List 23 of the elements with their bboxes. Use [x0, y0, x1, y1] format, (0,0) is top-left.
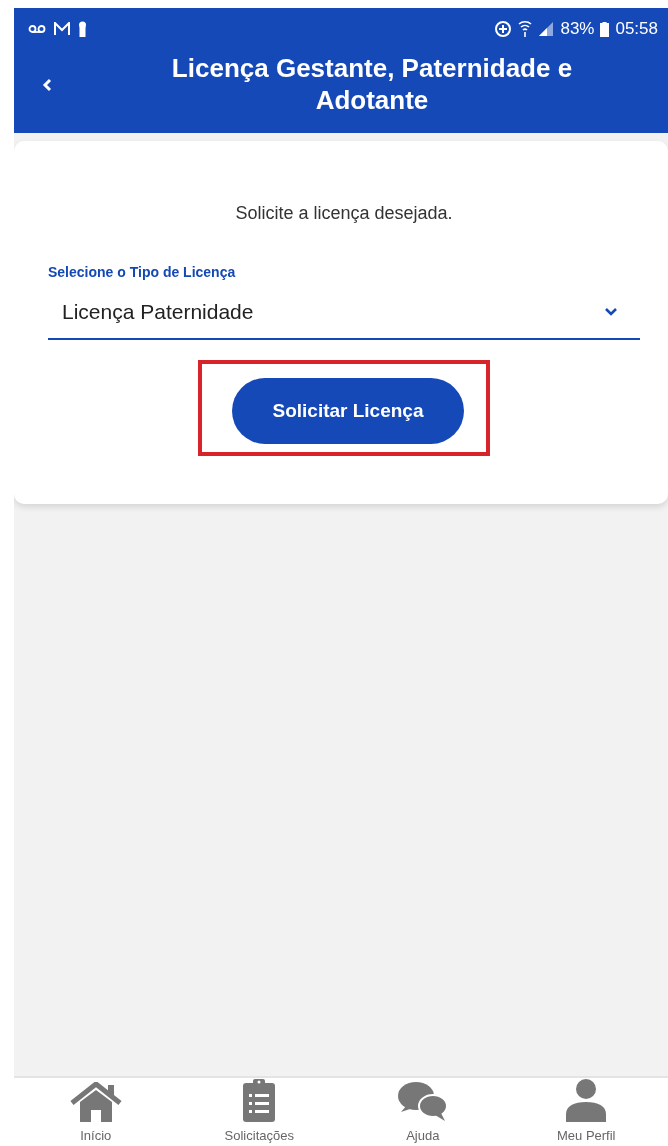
battery-icon — [600, 21, 610, 37]
voicemail-icon — [28, 24, 46, 34]
nav-tab[interactable]: Meu Perfil — [516, 1077, 657, 1144]
chevron-left-icon — [42, 77, 52, 92]
keyhole-icon — [78, 21, 87, 37]
field-label: Selecione o Tipo de Licença — [48, 264, 237, 280]
mail-icon — [54, 22, 70, 36]
status-time: 05:58 — [615, 19, 658, 39]
nav-tab[interactable]: Início — [25, 1081, 166, 1144]
page-title: Licença Gestante, Paternidade e Adotante — [170, 53, 574, 116]
nav-tab[interactable]: Ajuda — [352, 1079, 493, 1144]
instruction-text: Solicite a licença desejada. — [234, 203, 454, 224]
signal-icon — [538, 21, 555, 37]
wifi-icon — [518, 20, 533, 38]
license-type-dropdown[interactable]: Licença Paternidade — [48, 280, 640, 340]
battery-percentage: 83% — [560, 19, 595, 39]
person-icon — [565, 1078, 608, 1122]
data-saver-icon — [494, 20, 513, 38]
request-license-button[interactable]: Solicitar Licença — [232, 378, 464, 444]
chat-bubbles-icon — [396, 1080, 449, 1122]
home-icon — [69, 1082, 122, 1122]
chevron-down-icon — [604, 307, 618, 317]
nav-tab[interactable]: Solicitações — [189, 1077, 330, 1144]
